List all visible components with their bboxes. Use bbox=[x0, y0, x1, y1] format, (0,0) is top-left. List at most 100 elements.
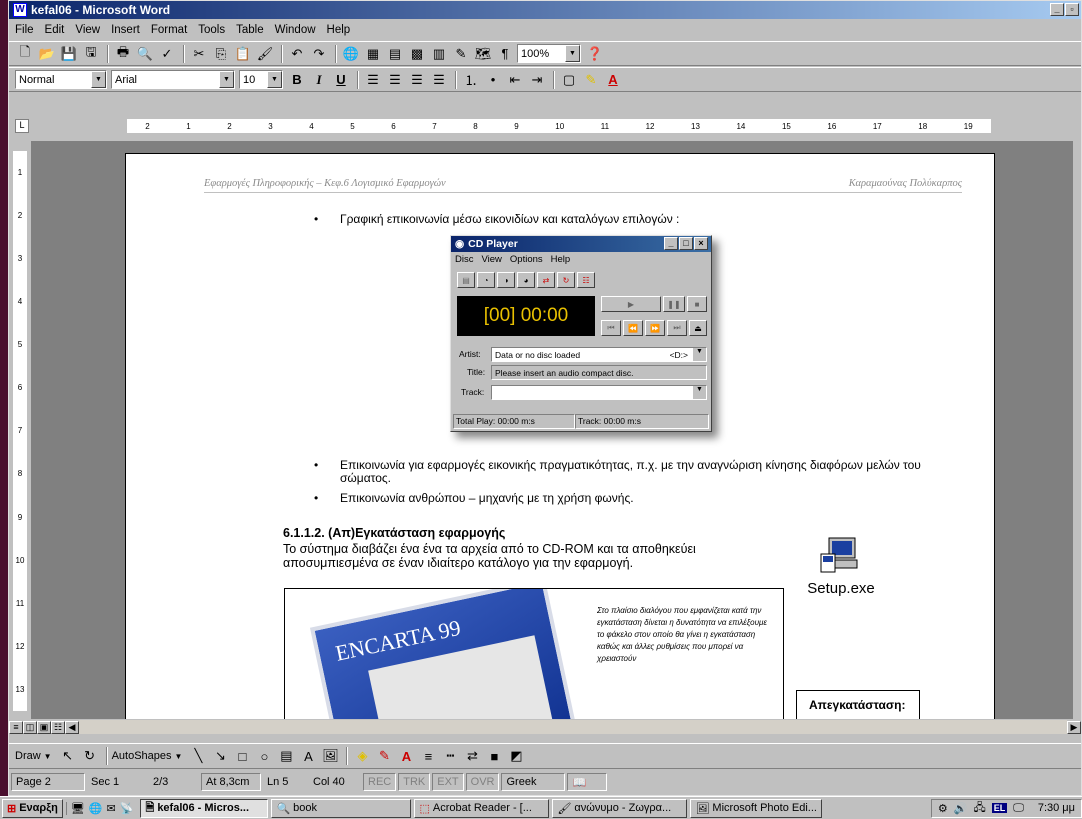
internet-explorer-icon[interactable]: 🌐 bbox=[89, 802, 103, 815]
font-color-icon[interactable]: A bbox=[603, 70, 623, 90]
align-left-icon[interactable]: ☰ bbox=[363, 70, 383, 90]
clipart-icon[interactable]: 🖼 bbox=[320, 746, 340, 766]
font-select[interactable]: Arial ▼ bbox=[111, 70, 235, 89]
new-icon[interactable]: 🗋 bbox=[15, 44, 35, 64]
decrease-indent-icon[interactable]: ⇤ bbox=[505, 70, 525, 90]
fill-color-icon[interactable]: ◈ bbox=[352, 746, 372, 766]
scroll-track[interactable] bbox=[79, 720, 1067, 734]
arrow-style-icon[interactable]: ⇄ bbox=[462, 746, 482, 766]
align-right-icon[interactable]: ☰ bbox=[407, 70, 427, 90]
menu-window[interactable]: Window bbox=[275, 24, 316, 36]
tab-selector[interactable]: L bbox=[15, 119, 29, 133]
document-area[interactable]: Εφαρμογές Πληροφορικής – Κεφ.6 Λογισμικό… bbox=[31, 141, 1073, 719]
horizontal-ruler[interactable]: L 2 1 2 3 4 5 6 7 8 9 10 11 12 13 14 15 … bbox=[9, 117, 1081, 137]
menu-format[interactable]: Format bbox=[151, 24, 187, 36]
columns-icon[interactable]: ▥ bbox=[429, 44, 449, 64]
borders-icon[interactable]: ▢ bbox=[559, 70, 579, 90]
menu-view[interactable]: View bbox=[75, 24, 100, 36]
line-style-icon[interactable]: ≡ bbox=[418, 746, 438, 766]
cut-icon[interactable]: ✂ bbox=[189, 44, 209, 64]
tray-icon[interactable]: ⚙ bbox=[938, 802, 948, 815]
free-rotate-icon[interactable]: ↻ bbox=[80, 746, 100, 766]
menu-tools[interactable]: Tools bbox=[198, 24, 225, 36]
increase-indent-icon[interactable]: ⇥ bbox=[527, 70, 547, 90]
normal-view-icon[interactable]: ≡ bbox=[9, 720, 23, 734]
select-objects-icon[interactable]: ↖ bbox=[58, 746, 78, 766]
paste-icon[interactable]: 📋 bbox=[233, 44, 253, 64]
save-icon[interactable]: 💾 bbox=[59, 44, 79, 64]
bold-icon[interactable]: B bbox=[287, 70, 307, 90]
horizontal-scrollbar[interactable]: ≡ ◫ ▣ ☷ ◀ ▶ bbox=[9, 719, 1081, 735]
monitor-icon[interactable]: 🖵 bbox=[1013, 802, 1024, 815]
title-bar[interactable]: W kefal06 - Microsoft Word _ ▫ bbox=[9, 1, 1081, 19]
line-color-icon[interactable]: ✎ bbox=[374, 746, 394, 766]
numbering-icon[interactable]: ⒈ bbox=[461, 70, 481, 90]
shadow-icon[interactable]: ■ bbox=[484, 746, 504, 766]
undo-icon[interactable]: ↶ bbox=[287, 44, 307, 64]
textbox-icon[interactable]: ▤ bbox=[276, 746, 296, 766]
drawing-icon[interactable]: ✎ bbox=[451, 44, 471, 64]
restore-button[interactable]: ▫ bbox=[1065, 3, 1079, 16]
line-icon[interactable]: ╲ bbox=[188, 746, 208, 766]
scroll-right-icon[interactable]: ▶ bbox=[1067, 720, 1081, 734]
permission-icon[interactable]: 🖫 bbox=[81, 44, 101, 64]
status-rec[interactable]: REC bbox=[363, 773, 397, 791]
redo-icon[interactable]: ↷ bbox=[309, 44, 329, 64]
menu-insert[interactable]: Insert bbox=[111, 24, 140, 36]
arrow-icon[interactable]: ↘ bbox=[210, 746, 230, 766]
task-book[interactable]: 🔍 book bbox=[271, 798, 412, 818]
wordart-icon[interactable]: A bbox=[298, 746, 318, 766]
channels-icon[interactable]: 📡 bbox=[120, 802, 134, 815]
justify-icon[interactable]: ☰ bbox=[429, 70, 449, 90]
insert-table-icon[interactable]: ▤ bbox=[385, 44, 405, 64]
italic-icon[interactable]: I bbox=[309, 70, 329, 90]
bullets-icon[interactable]: • bbox=[483, 70, 503, 90]
font-size-select[interactable]: 10 ▼ bbox=[239, 70, 283, 89]
volume-icon[interactable]: 🔊 bbox=[954, 802, 968, 815]
status-ovr[interactable]: OVR bbox=[465, 773, 500, 791]
task-photo-editor[interactable]: 🖼 Microsoft Photo Edi... bbox=[690, 798, 823, 818]
task-word[interactable]: 🗎 kefal06 - Micros... bbox=[140, 798, 269, 818]
3d-icon[interactable]: ◩ bbox=[506, 746, 526, 766]
spelling-icon[interactable]: ✓ bbox=[157, 44, 177, 64]
status-trk[interactable]: TRK bbox=[398, 773, 431, 791]
align-center-icon[interactable]: ☰ bbox=[385, 70, 405, 90]
help-icon[interactable]: ❓ bbox=[585, 44, 605, 64]
insert-excel-icon[interactable]: ▩ bbox=[407, 44, 427, 64]
menu-table[interactable]: Table bbox=[236, 24, 264, 36]
open-icon[interactable]: 📂 bbox=[37, 44, 57, 64]
hyperlink-icon[interactable]: 🌐 bbox=[341, 44, 361, 64]
document-page[interactable]: Εφαρμογές Πληροφορικής – Κεφ.6 Λογισμικό… bbox=[125, 153, 995, 719]
desktop-icon[interactable]: 🖥 bbox=[71, 802, 85, 815]
underline-icon[interactable]: U bbox=[331, 70, 351, 90]
vertical-ruler[interactable]: 1 2 3 4 5 6 7 8 9 10 11 12 13 bbox=[9, 141, 31, 718]
scroll-left-icon[interactable]: ◀ bbox=[65, 720, 79, 734]
copy-icon[interactable]: ⎘ bbox=[211, 44, 231, 64]
menu-file[interactable]: File bbox=[15, 24, 34, 36]
draw-menu[interactable]: Draw bbox=[15, 750, 41, 762]
document-map-icon[interactable]: 🗺 bbox=[473, 44, 493, 64]
show-hide-icon[interactable]: ¶ bbox=[495, 44, 515, 64]
dash-style-icon[interactable]: ┅ bbox=[440, 746, 460, 766]
oval-icon[interactable]: ○ bbox=[254, 746, 274, 766]
network-icon[interactable]: 🖧 bbox=[973, 799, 985, 818]
task-paint[interactable]: 🖌 ανώνυμο - Ζωγρα... bbox=[552, 798, 688, 818]
font-color-icon[interactable]: A bbox=[396, 746, 416, 766]
autoshapes-menu[interactable]: AutoShapes bbox=[112, 750, 172, 762]
language-indicator[interactable]: EL bbox=[991, 803, 1008, 813]
web-view-icon[interactable]: ◫ bbox=[23, 720, 37, 734]
style-select[interactable]: Normal ▼ bbox=[15, 70, 107, 89]
rectangle-icon[interactable]: □ bbox=[232, 746, 252, 766]
status-ext[interactable]: EXT bbox=[432, 773, 464, 791]
task-acrobat[interactable]: ⬚ Acrobat Reader - [... bbox=[414, 798, 550, 818]
outline-view-icon[interactable]: ☷ bbox=[51, 720, 65, 734]
format-painter-icon[interactable]: 🖌 bbox=[255, 44, 275, 64]
zoom-select[interactable]: 100% ▼ bbox=[517, 44, 581, 63]
print-preview-icon[interactable]: 🔍 bbox=[135, 44, 155, 64]
spelling-status-icon[interactable]: 📖 bbox=[567, 773, 608, 791]
minimize-button[interactable]: _ bbox=[1050, 3, 1064, 16]
tables-borders-icon[interactable]: ▦ bbox=[363, 44, 383, 64]
outlook-icon[interactable]: ✉ bbox=[107, 802, 116, 815]
start-button[interactable]: ⊞ Εναρξη bbox=[2, 798, 63, 818]
print-icon[interactable]: 🖶 bbox=[113, 44, 133, 64]
